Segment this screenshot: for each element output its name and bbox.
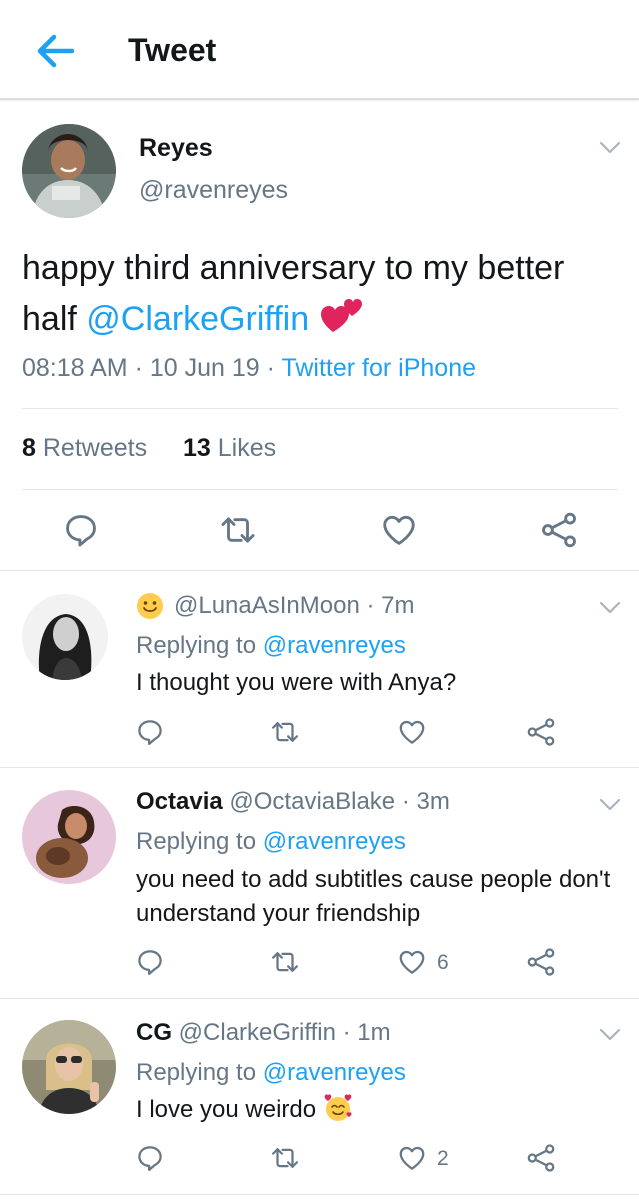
reply-name[interactable]: Octavia [136,788,223,815]
like-icon[interactable] [397,1143,427,1173]
retweets-stat[interactable]: 8 Retweets [22,434,147,462]
retweet-icon[interactable] [270,717,300,747]
smiley-emoji-icon [137,593,163,619]
chevron-down-icon[interactable] [598,600,622,616]
tweet-time: 08:18 AM [22,354,128,382]
share-icon[interactable] [526,947,556,977]
top-bar: Tweet [0,0,639,100]
hearts-emoji-icon [320,299,362,332]
like-count: 6 [437,951,449,974]
reply-text: I thought you were with Anya? [136,669,457,696]
reply-avatar[interactable] [22,1020,116,1114]
divider [22,408,618,409]
reply-text: you need to add subtitles cause people d… [136,866,611,927]
like-icon[interactable] [380,511,418,549]
reply-header: Octavia @OctaviaBlake · 3m [136,788,450,815]
divider [0,570,639,571]
reply-header: CG @ClarkeGriffin · 1m [136,1019,391,1046]
tweet-meta: 08:18 AM · 10 Jun 19 · Twitter for iPhon… [22,354,477,382]
reply-handle[interactable]: @OctaviaBlake [229,788,395,815]
retweet-icon[interactable] [219,511,257,549]
reply-text-body: I love you weirdo [136,1096,317,1123]
replying-to-handle[interactable]: @ravenreyes [263,1059,406,1086]
share-icon[interactable] [526,717,556,747]
replying-to: Replying to @ravenreyes [136,1059,406,1086]
mention-link[interactable]: @ClarkeGriffin [86,300,309,338]
replying-to: Replying to @ravenreyes [136,632,406,659]
tweet-stats: 8 Retweets 13 Likes [22,434,276,463]
reply-icon[interactable] [135,1143,165,1173]
smiling-hearts-emoji-icon [324,1094,352,1121]
reply-header: @LunaAsInMoon · 7m [174,592,415,619]
likes-stat[interactable]: 13 Likes [183,434,276,462]
reply-icon[interactable] [135,947,165,977]
tweet-text: happy third anniversary to my better hal… [22,244,622,343]
reply-avatar[interactable] [22,790,116,884]
reply-avatar[interactable] [22,594,108,680]
divider [0,998,639,999]
page-title: Tweet [128,32,217,68]
like-count: 2 [437,1147,449,1170]
like-icon[interactable] [397,947,427,977]
chevron-down-icon[interactable] [598,797,622,813]
divider [0,1194,639,1195]
chevron-down-icon[interactable] [598,140,622,156]
reply-handle[interactable]: @ClarkeGriffin [179,1019,336,1046]
replying-to-handle[interactable]: @ravenreyes [263,828,406,855]
reply-time: 3m [416,788,450,815]
share-icon[interactable] [526,1143,556,1173]
back-arrow-icon [37,34,75,68]
replying-to: Replying to @ravenreyes [136,828,406,855]
reply-text: I love you weirdo [136,1093,616,1127]
reply-handle[interactable]: @LunaAsInMoon [174,592,360,619]
tweet-date: 10 Jun 19 [149,354,260,382]
reply-icon[interactable] [135,717,165,747]
retweet-icon[interactable] [270,947,300,977]
like-icon[interactable] [397,717,427,747]
divider [22,489,618,490]
tweet-source[interactable]: Twitter for iPhone [281,354,476,382]
chevron-down-icon[interactable] [598,1027,622,1043]
replying-to-handle[interactable]: @ravenreyes [263,632,406,659]
avatar[interactable] [22,124,116,218]
reply-time: 1m [357,1019,391,1046]
share-icon[interactable] [540,511,578,549]
reply-icon[interactable] [62,511,100,549]
author-handle[interactable]: @ravenreyes [139,176,288,205]
reply-name[interactable]: CG [136,1019,172,1046]
reply-time: 7m [381,592,415,619]
retweet-icon[interactable] [270,1143,300,1173]
back-button[interactable] [30,28,84,74]
divider [0,767,639,768]
author-name[interactable]: Reyes [139,134,213,163]
